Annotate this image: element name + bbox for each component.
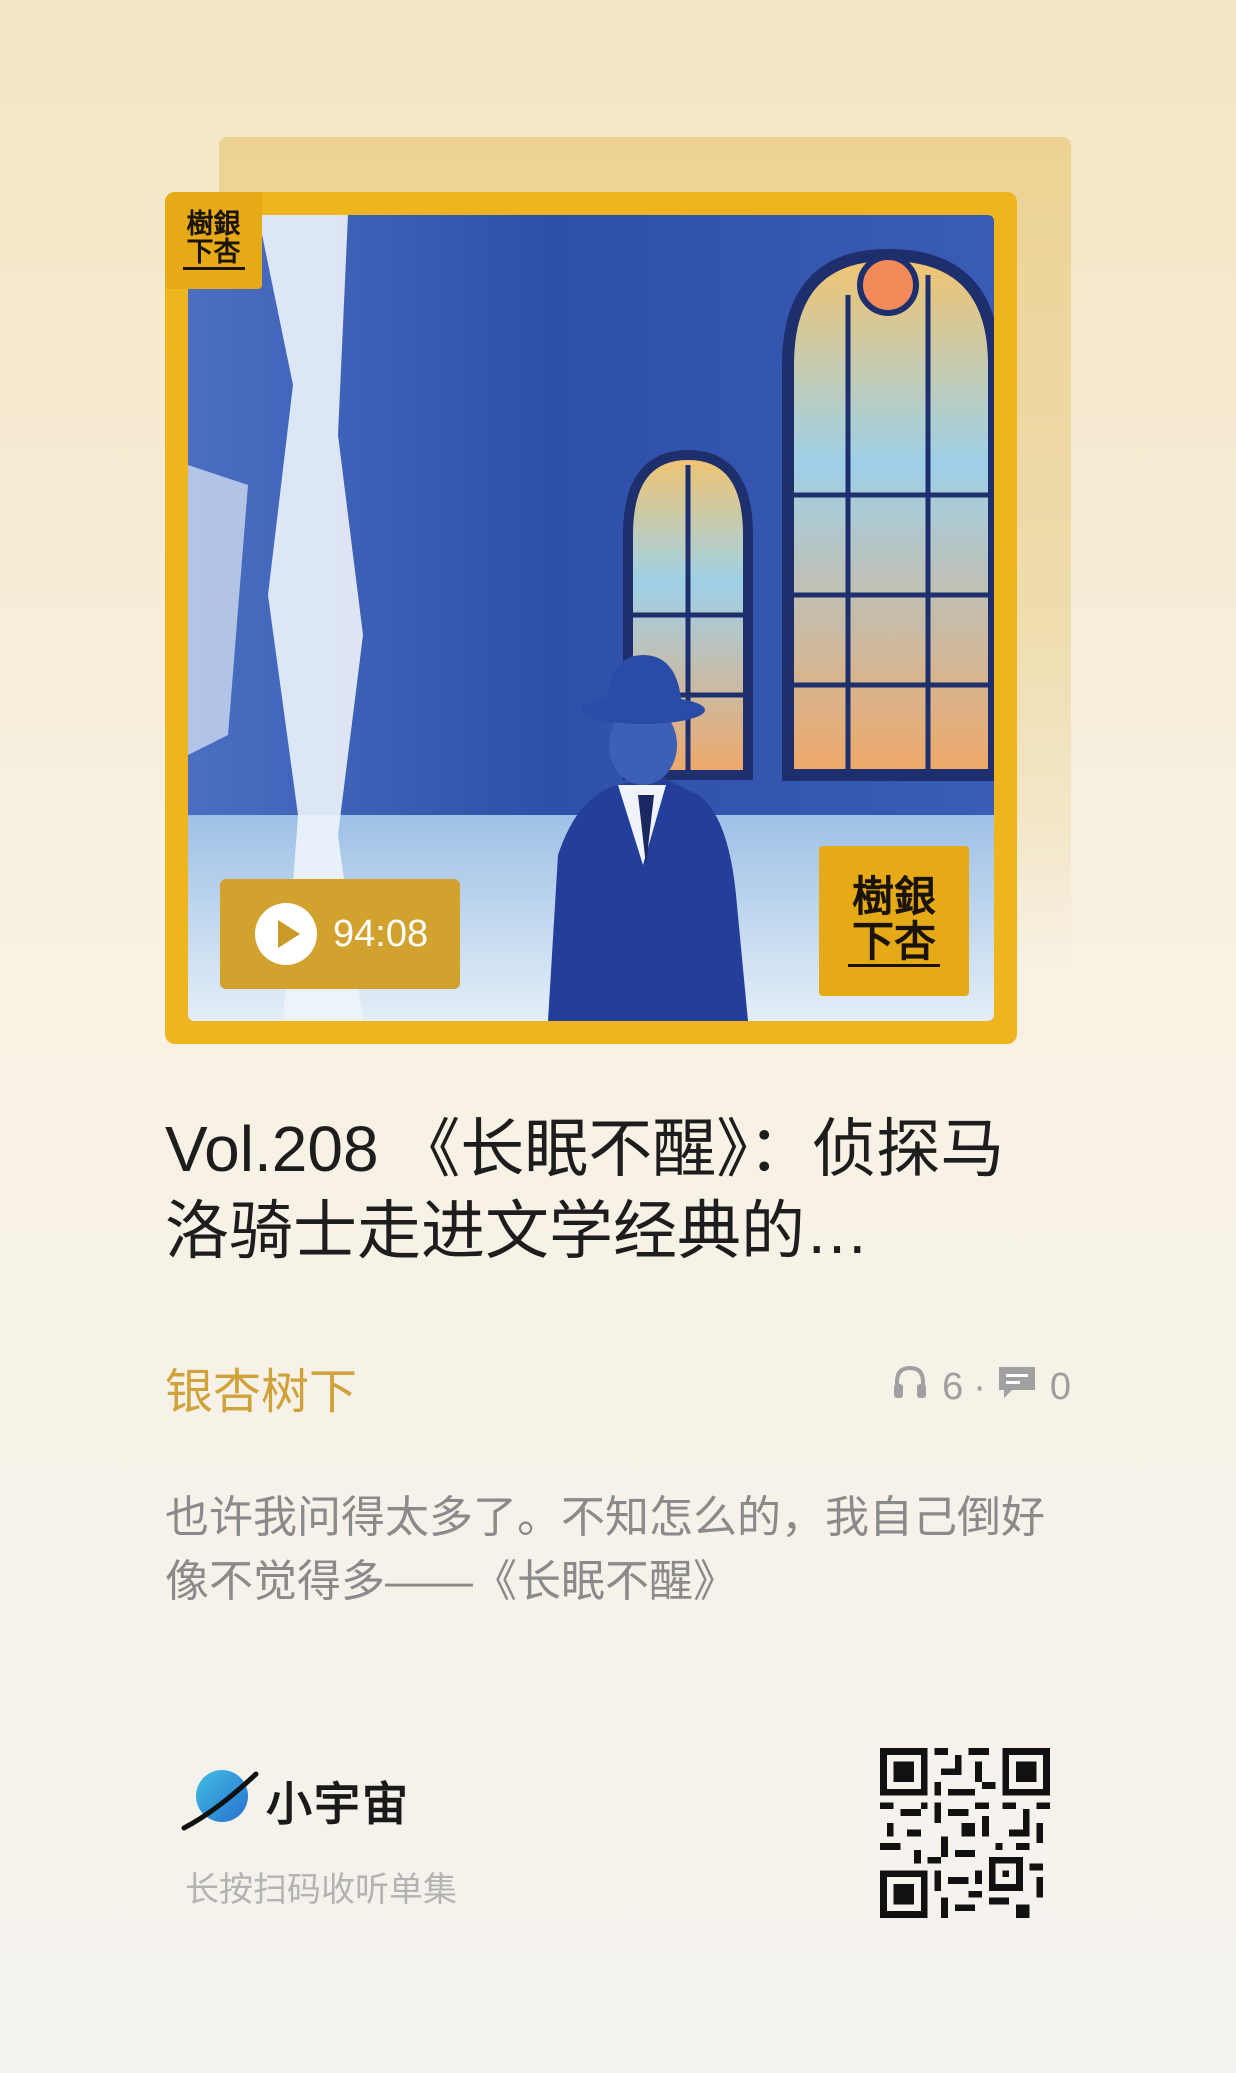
episode-description: 也许我问得太多了。不知怎么的，我自己倒好像不觉得多——《长眠不醒》: [165, 1493, 1045, 1606]
play-icon: [255, 903, 317, 965]
logo-small-line1: 樹銀: [186, 208, 241, 240]
brand-name: 小宇宙: [266, 1777, 410, 1831]
comment-count: 0: [1049, 1365, 1071, 1408]
stats-separator: ·: [973, 1365, 986, 1408]
episode-duration: 94:08: [333, 912, 429, 955]
episode-cover[interactable]: 樹銀 下杏 樹銀 下杏 94:08: [165, 192, 1017, 1044]
qr-code[interactable]: [880, 1748, 1050, 1918]
podcast-name-link[interactable]: 银杏树下: [165, 1352, 357, 1422]
episode-title: Vol.208 《长眠不醒》：侦探马洛骑士走进文学经典的…: [165, 1113, 1005, 1267]
xiaoyuzhou-brand: 小宇宙: [178, 1762, 410, 1840]
scan-hint: 长按扫码收听单集: [185, 1870, 457, 1910]
podcast-logo-small: 樹銀 下杏: [165, 192, 262, 289]
logo-small-line2: 下杏: [182, 238, 245, 271]
headphones-icon: [890, 1362, 930, 1412]
comment-icon: [996, 1362, 1038, 1412]
logo-large-line1: 樹銀: [851, 872, 936, 922]
play-button[interactable]: 94:08: [220, 879, 460, 989]
planet-logo-icon: [178, 1762, 260, 1840]
episode-stats: 6 · 0: [890, 1362, 1071, 1412]
listen-count: 6: [942, 1365, 964, 1408]
logo-large-line2: 下杏: [847, 919, 940, 967]
podcast-logo-large: 樹銀 下杏: [819, 846, 969, 996]
